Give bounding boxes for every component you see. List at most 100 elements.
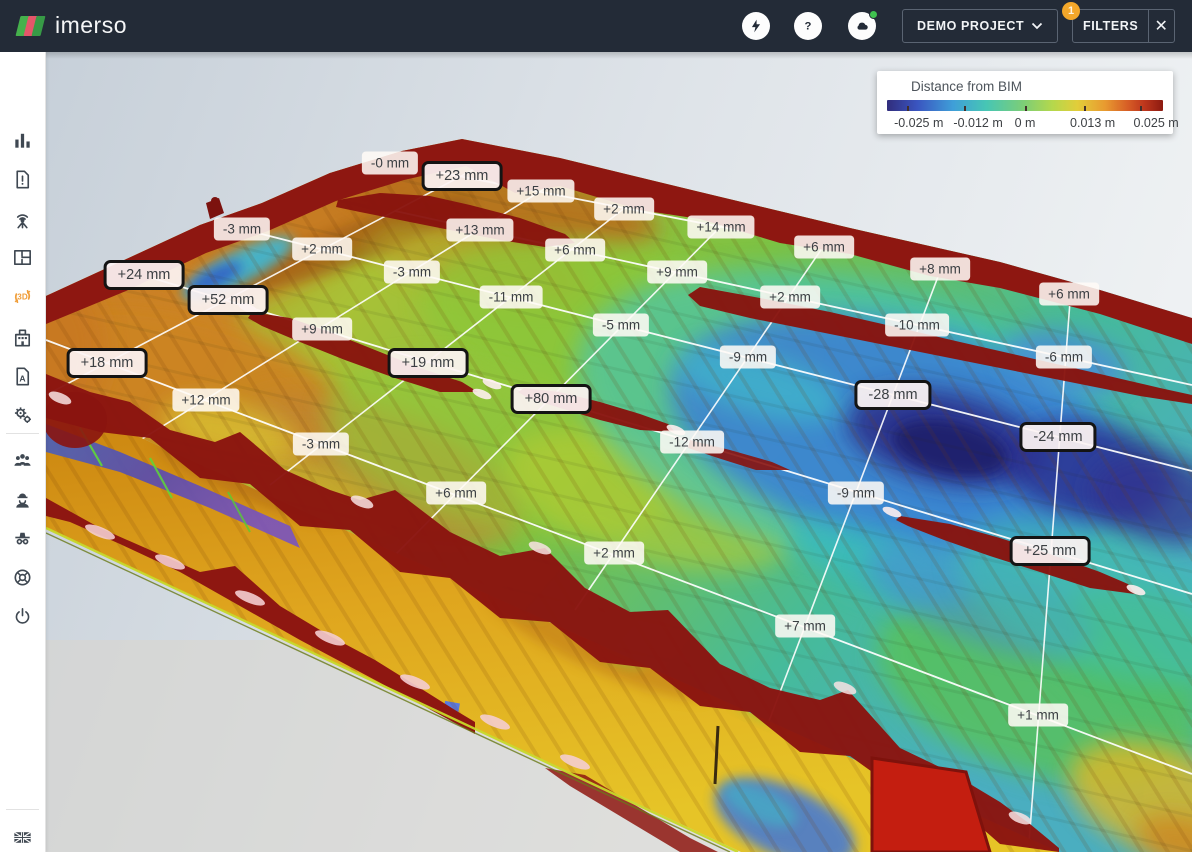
filters-badge: 1	[1062, 2, 1080, 20]
sidebar-item-stats[interactable]	[0, 128, 45, 152]
measurement-pin[interactable]: +2 mm	[760, 286, 820, 309]
threed-mode-icon: 3D	[11, 285, 34, 308]
measurement-pin[interactable]: -3 mm	[384, 261, 440, 284]
measurement-pin[interactable]: -3 mm	[214, 218, 270, 241]
lightning-icon	[749, 19, 763, 33]
sidebar-item-team[interactable]	[0, 447, 45, 471]
measurement-pin-highlighted[interactable]: +18 mm	[67, 348, 148, 378]
legend-label: 0.013 m	[1070, 116, 1115, 130]
viewport-3d[interactable]: -0 mm+23 mm+15 mm +2 mm +14 mm +6 mm +8 mm +6…	[46, 52, 1192, 852]
building-icon	[11, 326, 34, 349]
measurement-pin[interactable]: -5 mm	[593, 314, 649, 337]
stats-icon	[11, 129, 34, 152]
floor-plan-icon	[11, 246, 34, 269]
logo-text: imerso	[55, 12, 127, 39]
question-icon: ?	[800, 18, 816, 34]
measurement-pin-highlighted[interactable]: +25 mm	[1010, 536, 1091, 566]
measurement-pin[interactable]: -3 mm	[293, 433, 349, 456]
measurement-pin-highlighted[interactable]: +52 mm	[188, 285, 269, 315]
measurement-pin[interactable]: -9 mm	[720, 346, 776, 369]
measurement-pin[interactable]: -11 mm	[480, 286, 543, 309]
svg-text:3D: 3D	[17, 292, 28, 301]
sidebar-item-worker[interactable]	[0, 487, 45, 511]
gears-icon	[11, 403, 34, 426]
measurement-pin[interactable]: +6 mm	[794, 236, 854, 259]
measurement-pin[interactable]: +2 mm	[594, 198, 654, 221]
scan-station-icon	[11, 207, 34, 230]
measurement-pin-highlighted[interactable]: -28 mm	[854, 380, 931, 410]
sidebar-item-power[interactable]	[0, 604, 45, 628]
measurement-pin[interactable]: +2 mm	[584, 542, 644, 565]
filters-close-group: FILTERS ✕	[1072, 9, 1175, 43]
sidebar-item-incognito[interactable]	[0, 525, 45, 549]
flag-uk-icon	[11, 826, 34, 849]
top-bar: imerso ? DEMO PROJECT FILTERS	[0, 0, 1192, 52]
measurement-pin[interactable]: +9 mm	[292, 318, 352, 341]
measurement-pin-highlighted[interactable]: +24 mm	[104, 260, 185, 290]
measurement-pin[interactable]: +13 mm	[446, 219, 513, 242]
project-dropdown[interactable]: DEMO PROJECT	[902, 9, 1058, 43]
svg-text:?: ?	[805, 20, 812, 32]
legend-gradient-bar	[887, 100, 1163, 111]
power-icon	[11, 605, 34, 628]
legend-tick	[964, 106, 966, 111]
legend-panel: Distance from BIM -0.025 m-0.012 m0 m0.0…	[877, 71, 1173, 134]
filters-button[interactable]: FILTERS	[1073, 19, 1148, 33]
measurement-pin[interactable]: +15 mm	[507, 180, 574, 203]
cloud-icon	[854, 18, 870, 34]
svg-text:A: A	[19, 373, 25, 383]
file-alert-icon	[11, 168, 34, 191]
legend-label: 0 m	[1015, 116, 1036, 130]
measurement-pin[interactable]: +8 mm	[910, 258, 970, 281]
legend-title: Distance from BIM	[911, 79, 1163, 94]
incognito-icon	[11, 526, 34, 549]
measurement-pin-highlighted[interactable]: +19 mm	[388, 348, 469, 378]
logo[interactable]: imerso	[16, 12, 127, 39]
logo-icon	[16, 13, 46, 39]
online-status-dot	[869, 10, 878, 19]
measurement-pin[interactable]: +6 mm	[545, 239, 605, 262]
legend-tick	[1025, 106, 1027, 111]
legend-label: 0.025 m	[1134, 116, 1179, 130]
cloud-sync-button[interactable]	[848, 12, 876, 40]
measurement-pin[interactable]: +7 mm	[775, 615, 835, 638]
worker-icon	[11, 488, 34, 511]
measurement-pin-highlighted[interactable]: +23 mm	[422, 161, 503, 191]
sidebar-item-floor-plan[interactable]	[0, 245, 45, 269]
help-button[interactable]: ?	[794, 12, 822, 40]
measurement-pin[interactable]: +6 mm	[426, 482, 486, 505]
sidebar-item-file-alert[interactable]	[0, 167, 45, 191]
legend-tick	[907, 106, 909, 111]
legend-tick	[1140, 106, 1142, 111]
sidebar-item-file-a[interactable]: A	[0, 364, 45, 388]
legend-label: -0.025 m	[894, 116, 943, 130]
measurement-pin[interactable]: +2 mm	[292, 238, 352, 261]
measurement-pin[interactable]: +12 mm	[172, 389, 239, 412]
sidebar-item-gears[interactable]	[0, 402, 45, 426]
quick-actions-icon[interactable]	[742, 12, 770, 40]
sidebar-divider	[6, 809, 39, 810]
measurement-pin[interactable]: -6 mm	[1036, 346, 1092, 369]
measurement-pin-highlighted[interactable]: +80 mm	[511, 384, 592, 414]
sidebar-item-building[interactable]	[0, 325, 45, 349]
close-button[interactable]: ✕	[1149, 16, 1174, 36]
measurement-pin[interactable]: -10 mm	[885, 314, 949, 337]
measurement-pin[interactable]: +6 mm	[1039, 283, 1099, 306]
measurement-pin[interactable]: +14 mm	[687, 216, 754, 239]
measurement-pin[interactable]: -12 mm	[660, 431, 724, 454]
project-dropdown-label: DEMO PROJECT	[917, 19, 1024, 33]
pointcloud-heatmap[interactable]	[46, 52, 1192, 852]
sidebar-item-threed-mode[interactable]: 3D	[0, 284, 45, 308]
legend-tick-labels: -0.025 m-0.012 m0 m0.013 m0.025 m	[887, 116, 1163, 131]
measurement-pin[interactable]: -0 mm	[362, 152, 418, 175]
measurement-pin[interactable]: +9 mm	[647, 261, 707, 284]
sidebar-item-scan-station[interactable]	[0, 206, 45, 230]
sidebar-item-lifebuoy[interactable]	[0, 565, 45, 589]
measurement-pin[interactable]: +1 mm	[1008, 704, 1068, 727]
sidebar-item-flag-uk[interactable]	[0, 825, 45, 849]
lifebuoy-icon	[11, 566, 34, 589]
measurement-pin[interactable]: -9 mm	[828, 482, 884, 505]
sidebar-divider	[6, 433, 39, 434]
measurement-pin-highlighted[interactable]: -24 mm	[1019, 422, 1096, 452]
chevron-down-icon	[1031, 22, 1043, 30]
